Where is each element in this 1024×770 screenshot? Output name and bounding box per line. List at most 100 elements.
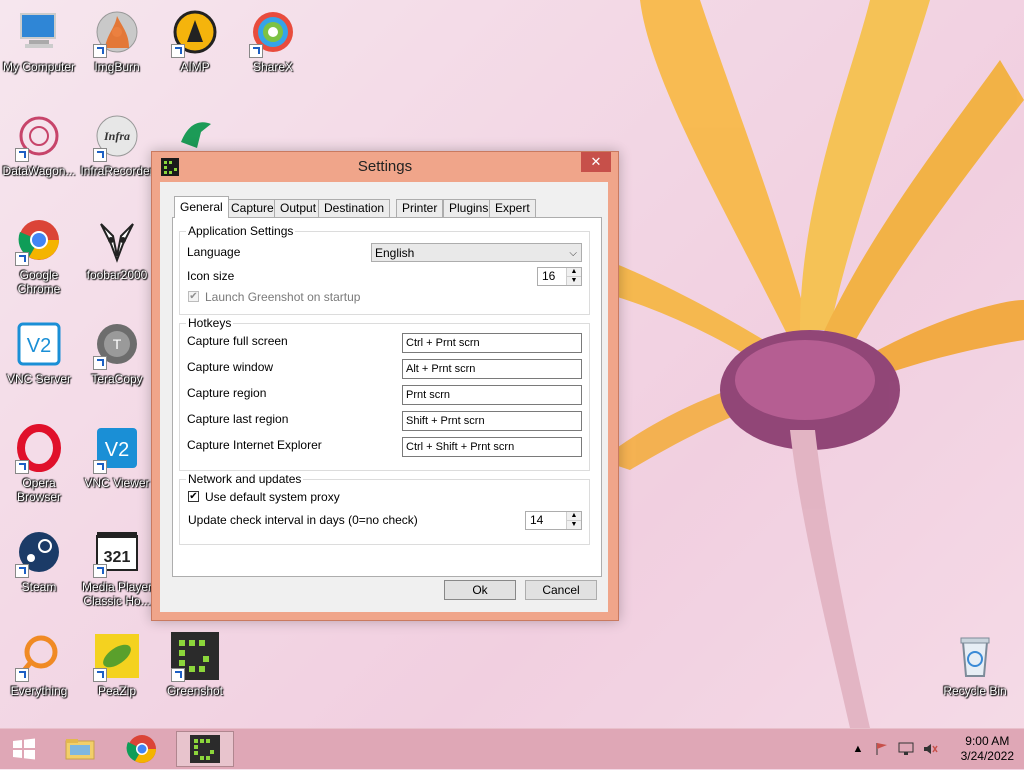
desktop-icon-mpc[interactable]: 321 Media Player Classic Ho... <box>78 528 156 608</box>
tab-expert[interactable]: Expert <box>489 199 536 217</box>
desktop-icon-label: Everything <box>10 684 68 698</box>
desktop-icon-aimp[interactable]: AIMP <box>156 8 234 74</box>
launch-startup-label: Launch Greenshot on startup <box>205 290 361 304</box>
tab-plugins[interactable]: Plugins <box>443 199 495 217</box>
settings-window: Settings ✕ General Capture Output Destin… <box>151 151 619 621</box>
svg-text:V2: V2 <box>27 335 51 357</box>
desktop-icon-imgburn[interactable]: ImgBurn <box>78 8 156 74</box>
desktop-icon-label: InfraRecorder <box>80 164 154 178</box>
hotkey-label: Capture Internet Explorer <box>187 438 322 452</box>
desktop-icon-label: Google Chrome <box>17 268 61 296</box>
hotkey-last-region-input[interactable]: Shift + Prnt scrn <box>402 411 582 431</box>
use-proxy-label: Use default system proxy <box>205 490 340 504</box>
svg-text:V2: V2 <box>105 439 129 461</box>
desktop-icon-vnc-viewer[interactable]: V2 VNC Viewer <box>78 424 156 490</box>
desktop-icon-label: Recycle Bin <box>943 684 1007 698</box>
group-title: Network and updates <box>186 472 304 486</box>
icon-size-stepper[interactable]: 16 ▲ ▼ <box>537 267 582 286</box>
hotkey-label: Capture region <box>187 386 267 400</box>
taskbar: ▲ 9:00 AM 3/24/2022 <box>0 728 1024 769</box>
tab-printer[interactable]: Printer <box>396 199 444 217</box>
hotkey-window-input[interactable]: Alt + Prnt scrn <box>402 359 582 379</box>
spin-up-icon[interactable]: ▲ <box>567 512 581 521</box>
desktop-icon-label: VNC Viewer <box>84 476 150 490</box>
desktop-icon-label: My Computer <box>2 60 76 74</box>
taskbar-chrome[interactable] <box>122 731 162 767</box>
hotkey-internet-explorer-input[interactable]: Ctrl + Shift + Prnt scrn <box>402 437 582 457</box>
group-title: Application Settings <box>186 224 296 238</box>
icon-size-label: Icon size <box>187 269 235 283</box>
volume-muted-icon[interactable] <box>922 742 938 756</box>
desktop-icon-label: AIMP <box>180 60 210 74</box>
desktop-icon-opera[interactable]: Opera Browser <box>0 424 78 504</box>
network-icon[interactable] <box>898 742 914 756</box>
application-settings-group: Application Settings Language English ⌵ … <box>179 224 590 315</box>
launch-startup-checkbox[interactable]: ✔ <box>188 291 199 302</box>
system-clock[interactable]: 9:00 AM 3/24/2022 <box>961 734 1014 764</box>
desktop-icon-label: Opera Browser <box>16 476 61 504</box>
hotkey-label: Capture full screen <box>187 334 288 348</box>
network-updates-group: Network and updates ✔ Use default system… <box>179 472 590 545</box>
desktop-icon-teracopy[interactable]: T TeraCopy <box>78 320 156 386</box>
tab-output[interactable]: Output <box>274 199 323 217</box>
greenshot-icon <box>190 735 220 763</box>
desktop-icon-label: Steam <box>21 580 57 594</box>
use-proxy-checkbox[interactable]: ✔ <box>188 491 199 502</box>
desktop-icon-greenshot[interactable]: Greenshot <box>156 632 234 698</box>
title-bar[interactable]: Settings ✕ <box>152 152 618 182</box>
update-interval-stepper[interactable]: 14 ▲ ▼ <box>525 511 582 530</box>
close-icon: ✕ <box>590 154 602 169</box>
start-button[interactable] <box>4 731 44 767</box>
show-hidden-icons-chevron-up-icon[interactable]: ▲ <box>850 742 866 756</box>
hotkey-full-screen-input[interactable]: Ctrl + Prnt scrn <box>402 333 582 353</box>
icon-size-value: 16 <box>542 269 556 283</box>
svg-text:T: T <box>113 336 122 352</box>
clock-date: 3/24/2022 <box>960 749 1014 763</box>
ok-button[interactable]: Ok <box>444 580 516 600</box>
desktop-icon-datawagon[interactable]: DataWagon... <box>0 112 78 178</box>
spin-down-icon[interactable]: ▼ <box>567 277 581 285</box>
language-select[interactable]: English ⌵ <box>371 243 582 262</box>
desktop-icon-label: DataWagon... <box>2 164 76 178</box>
desktop-icon-label: ShareX <box>252 60 294 74</box>
window-client-area: General Capture Output Destination Print… <box>160 182 608 612</box>
desktop-icon-label: Greenshot <box>166 684 224 698</box>
vnc-icon: V2 <box>17 322 61 366</box>
desktop-icon-recycle-bin[interactable]: Recycle Bin <box>936 632 1014 698</box>
desktop-icon-label: ImgBurn <box>94 60 140 74</box>
taskbar-greenshot[interactable] <box>176 731 234 767</box>
desktop-icon-my-computer[interactable]: My Computer <box>0 8 78 74</box>
tab-panel-general: Application Settings Language English ⌵ … <box>172 217 602 577</box>
recycle-bin-icon <box>960 637 990 677</box>
tab-destination[interactable]: Destination <box>318 199 391 217</box>
desktop-icon-label: foobar2000 <box>86 268 148 282</box>
update-interval-label: Update check interval in days (0=no chec… <box>188 513 418 527</box>
language-label: Language <box>187 245 241 259</box>
computer-icon <box>20 13 56 48</box>
desktop-icon-label: TeraCopy <box>91 372 143 386</box>
windows-logo-icon <box>13 738 35 760</box>
desktop-icon-everything[interactable]: Everything <box>0 632 78 698</box>
action-center-flag-icon[interactable] <box>874 742 890 756</box>
desktop-icon-peazip[interactable]: PeaZip <box>78 632 156 698</box>
hotkey-region-input[interactable]: Prnt scrn <box>402 385 582 405</box>
foobar-icon <box>100 223 134 263</box>
desktop-icon-vnc-server[interactable]: V2 VNC Server <box>0 320 78 386</box>
close-button[interactable]: ✕ <box>581 152 611 172</box>
desktop-icon-label: Media Player Classic Ho... <box>81 580 153 608</box>
tab-general[interactable]: General <box>174 196 229 218</box>
update-interval-value: 14 <box>530 513 544 527</box>
group-title: Hotkeys <box>186 316 234 330</box>
spin-down-icon[interactable]: ▼ <box>567 521 581 529</box>
tab-capture[interactable]: Capture <box>225 199 280 217</box>
desktop-icon-foobar2000[interactable]: foobar2000 <box>78 216 156 282</box>
desktop-icon-infrarecorder[interactable]: Infra InfraRecorder <box>78 112 156 178</box>
desktop-icon-label: VNC Server <box>6 372 71 386</box>
spin-up-icon[interactable]: ▲ <box>567 268 581 277</box>
chrome-icon <box>126 735 156 763</box>
desktop-icon-google-chrome[interactable]: Google Chrome <box>0 216 78 296</box>
cancel-button[interactable]: Cancel <box>525 580 597 600</box>
taskbar-file-explorer[interactable] <box>60 731 100 767</box>
desktop-icon-sharex[interactable]: ShareX <box>234 8 312 74</box>
desktop-icon-steam[interactable]: Steam <box>0 528 78 594</box>
